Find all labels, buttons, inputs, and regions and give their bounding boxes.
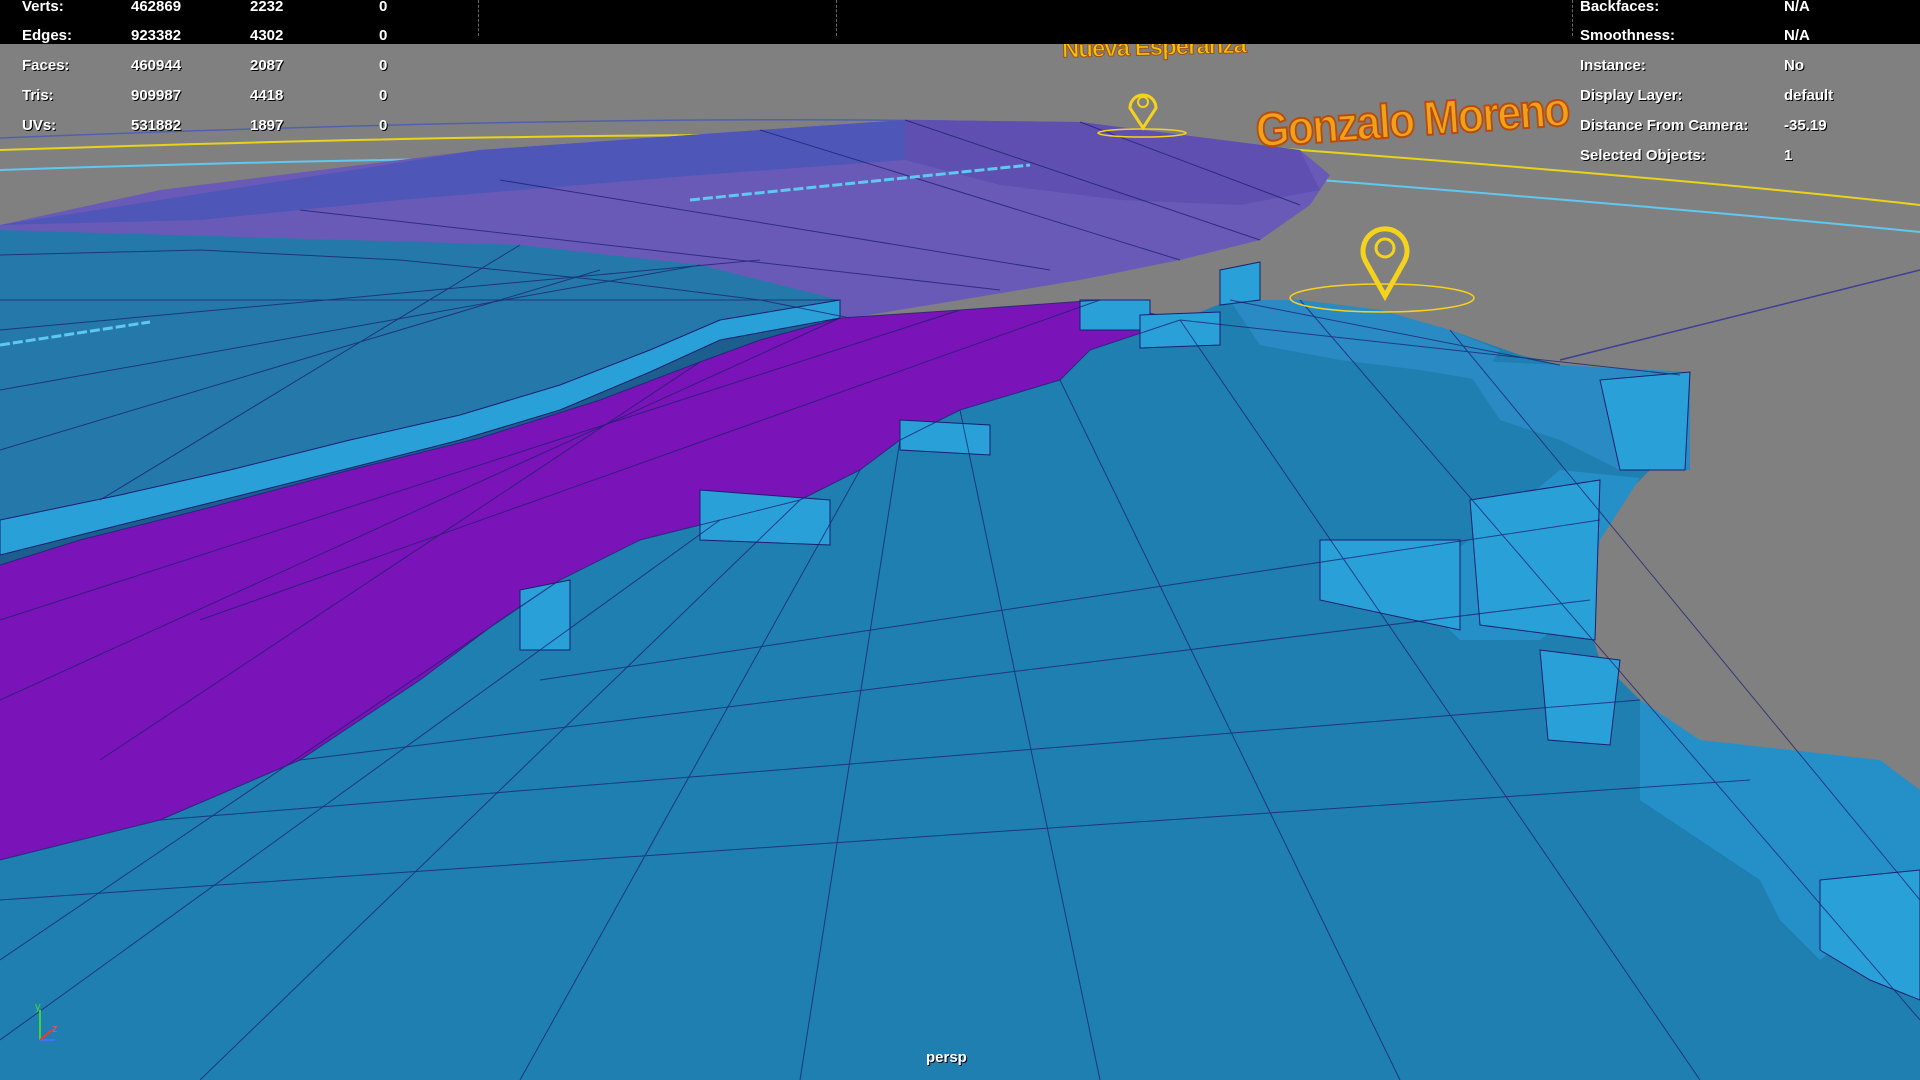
stat-value-selected: 4418 (250, 87, 284, 104)
info-value: default (1784, 87, 1834, 104)
info-label: Instance: (1580, 57, 1646, 74)
stat-value-component: 0 (379, 27, 388, 44)
info-label: Display Layer: (1580, 87, 1683, 104)
info-value: N/A (1784, 27, 1810, 44)
camera-name-label: persp (926, 1049, 967, 1066)
stat-value-total: 909987 (131, 87, 182, 104)
stat-label: UVs: (22, 117, 57, 134)
stat-value-selected: 2232 (250, 0, 284, 15)
viewport-divider (478, 0, 480, 36)
stat-value-selected: 2087 (250, 57, 284, 74)
viewport-divider (836, 0, 838, 36)
stat-value-component: 0 (379, 57, 388, 74)
stat-value-selected: 4302 (250, 27, 284, 44)
stat-value-component: 0 (379, 0, 388, 15)
maya-perspective-viewport[interactable]: Nueva Esperanza Gonzalo Moreno Verts: 46… (0, 0, 1920, 1080)
axis-label-y: y (35, 1001, 41, 1013)
stat-label: Tris: (22, 87, 54, 104)
stat-value-component: 0 (379, 87, 388, 104)
info-value: No (1784, 57, 1804, 74)
stat-label: Faces: (22, 57, 70, 74)
stat-value-selected: 1897 (250, 117, 284, 134)
info-label: Backfaces: (1580, 0, 1660, 15)
stat-value-total: 531882 (131, 117, 182, 134)
info-label: Smoothness: (1580, 27, 1676, 44)
stat-value-total: 923382 (131, 27, 182, 44)
axis-gizmo-icon: y z (35, 1001, 58, 1041)
viewport-divider (1572, 0, 1574, 36)
info-label: Distance From Camera: (1580, 117, 1749, 134)
info-value: 1 (1784, 147, 1793, 164)
info-value: -35.19 (1784, 117, 1827, 134)
stat-value-total: 462869 (131, 0, 182, 15)
axis-label-z: z (52, 1023, 58, 1035)
info-value: N/A (1784, 0, 1810, 15)
stat-value-component: 0 (379, 117, 388, 134)
stat-value-total: 460944 (131, 57, 182, 74)
stat-label: Verts: (22, 0, 64, 15)
stat-label: Edges: (22, 27, 73, 44)
info-label: Selected Objects: (1580, 147, 1706, 164)
